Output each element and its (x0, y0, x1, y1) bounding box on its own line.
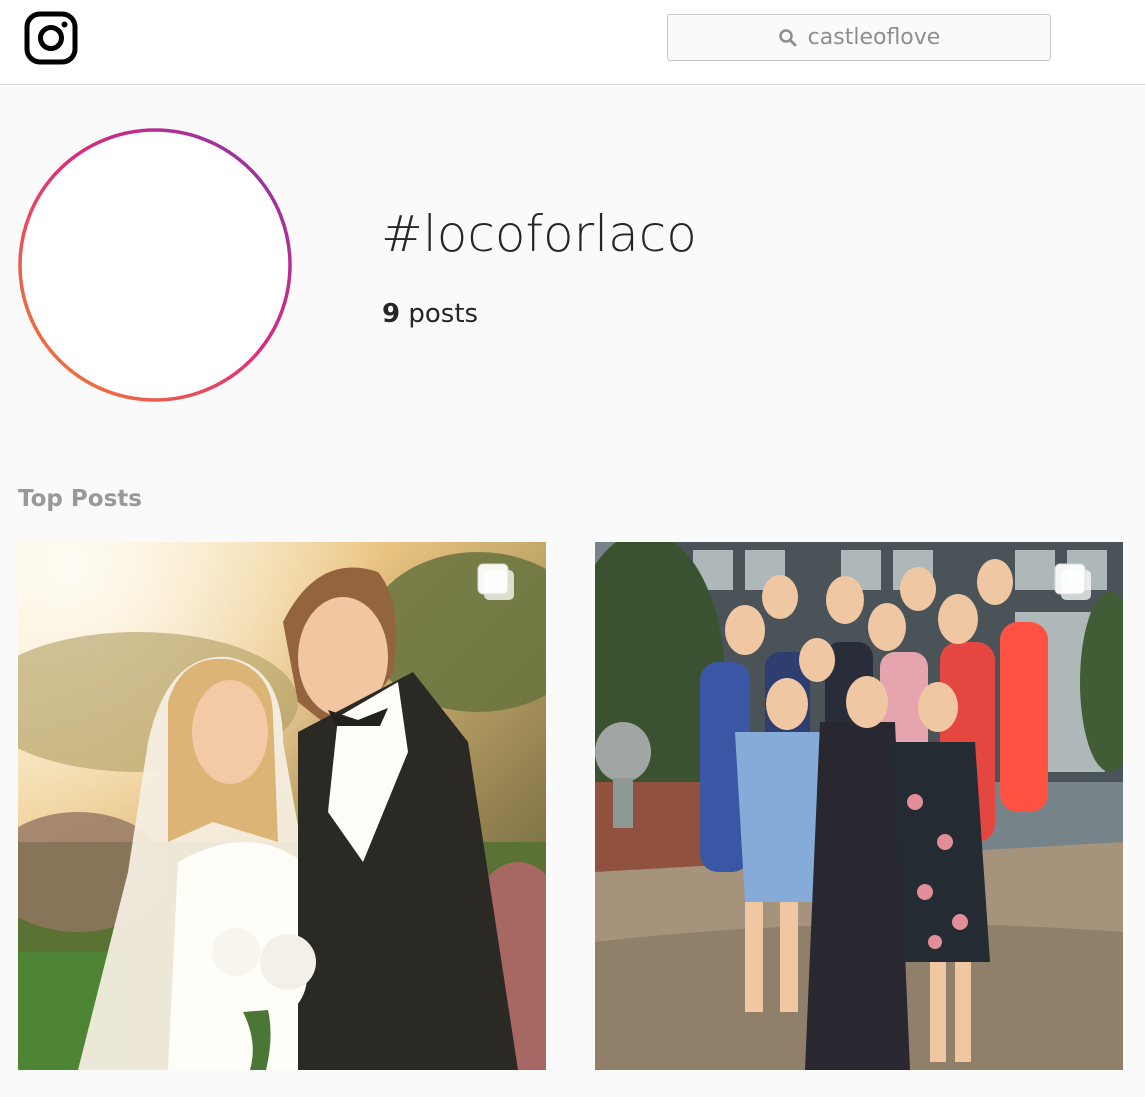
group-of-women-photo (595, 542, 1123, 1070)
post-count-label: posts (408, 299, 479, 329)
hashtag-icon (18, 128, 292, 402)
multiple-photos-icon (1054, 563, 1091, 600)
top-navigation-bar: castleoflove (0, 0, 1145, 85)
multiple-photos-icon (477, 563, 514, 600)
post-thumbnail-group-of-women[interactable] (595, 542, 1123, 1070)
search-icon (778, 28, 797, 46)
post-thumbnail-bride-and-groom[interactable] (18, 542, 546, 1070)
search-input[interactable]: castleoflove (667, 14, 1051, 61)
instagram-icon[interactable] (24, 11, 78, 65)
post-count-number: 9 (382, 299, 401, 329)
bride-and-groom-photo (18, 542, 546, 1070)
post-count: 9 posts (382, 296, 478, 332)
top-posts-heading: Top Posts (18, 486, 142, 512)
search-value: castleoflove (807, 25, 941, 50)
hashtag-title: #locoforlaco (381, 205, 697, 263)
